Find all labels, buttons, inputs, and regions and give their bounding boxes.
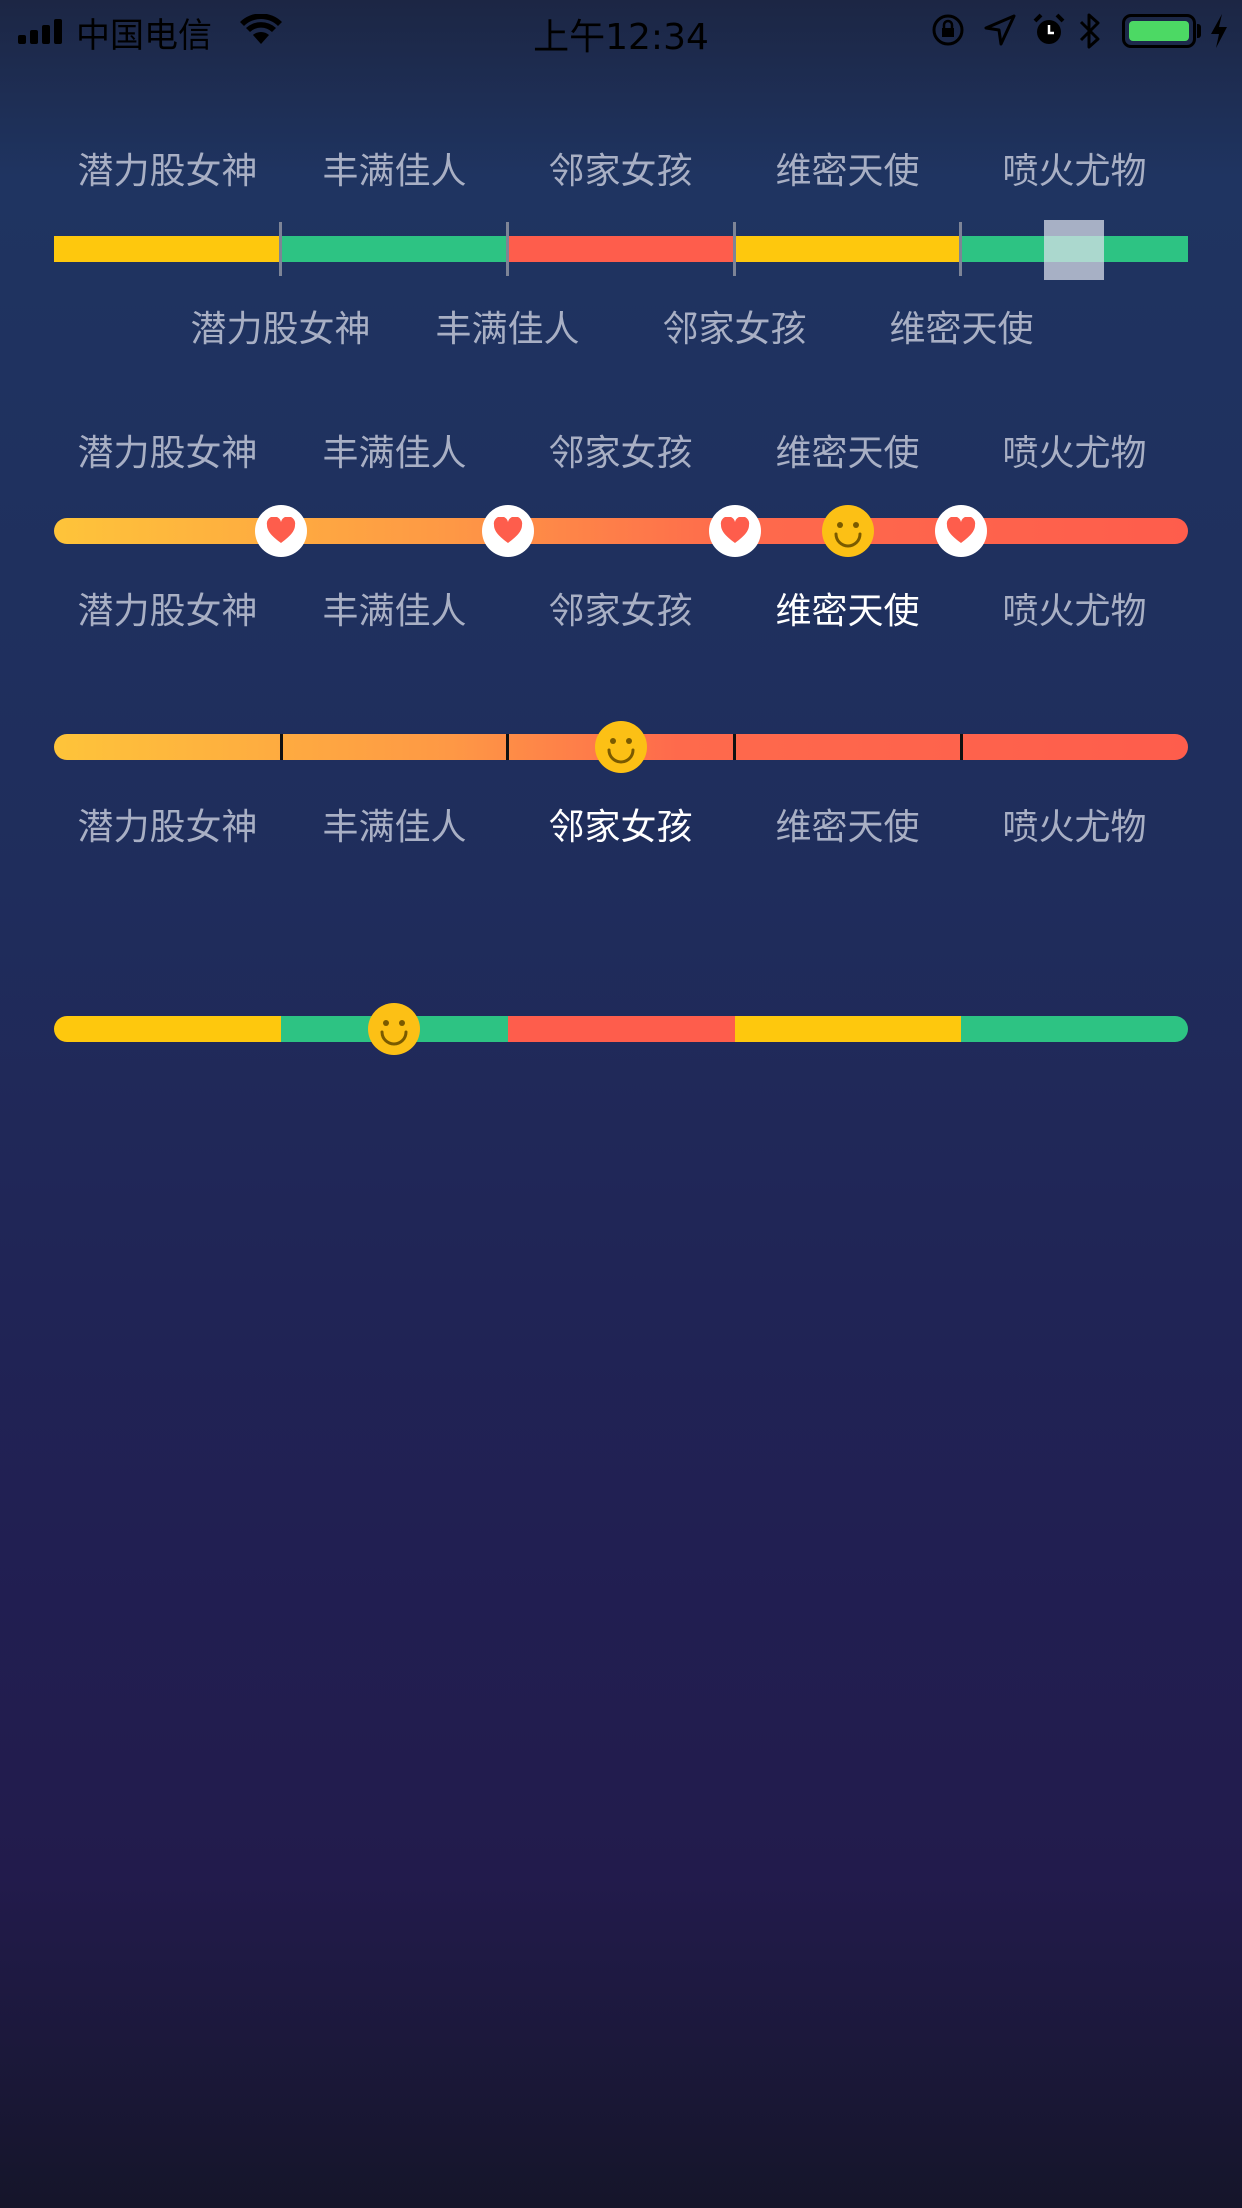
rotation-lock-icon [932, 14, 964, 46]
heart-icon [493, 517, 523, 543]
slider2-heart-knob-1[interactable] [255, 505, 307, 557]
slider3-tick-3 [733, 734, 736, 760]
slider3-label-2: 丰满佳人 [322, 807, 467, 848]
battery-icon [1122, 14, 1196, 48]
location-icon [984, 14, 1016, 46]
slider3-label-4: 维密天使 [775, 807, 920, 848]
slider1-tick-3 [733, 222, 736, 276]
slider2-top-label-5: 喷火尤物 [1002, 433, 1147, 474]
slider4-segment-1[interactable] [54, 1016, 281, 1042]
slider4-segment-3[interactable] [508, 1016, 735, 1042]
slider2-top-label-3: 邻家女孩 [548, 433, 693, 474]
slider4-segment-4[interactable] [735, 1016, 961, 1042]
slider1-top-label-2: 丰满佳人 [322, 151, 467, 192]
slider1-top-label-5: 喷火尤物 [1002, 151, 1147, 192]
slider3-tick-1 [280, 734, 283, 760]
battery-cap [1197, 24, 1201, 38]
slider3-track[interactable] [54, 721, 1188, 773]
slider1-segment-1[interactable] [54, 236, 281, 262]
charging-bolt-icon [1211, 14, 1227, 48]
slider1-bottom-label-2: 丰满佳人 [435, 309, 580, 350]
status-bar: 中国电信 上午12:34 [0, 0, 1242, 62]
slider2-track[interactable] [54, 505, 1188, 557]
slider2-heart-knob-3[interactable] [709, 505, 761, 557]
slider2-bottom-label-3: 邻家女孩 [548, 591, 693, 632]
slider2-top-label-4: 维密天使 [775, 433, 920, 474]
slider1-bottom-label-1: 潜力股女神 [190, 309, 371, 350]
slider1-tick-1 [279, 222, 282, 276]
slider4-smiley-thumb-icon[interactable] [367, 1002, 421, 1056]
slider4-track[interactable] [54, 1003, 1188, 1055]
slider2-heart-knob-2[interactable] [482, 505, 534, 557]
slider2-smiley-thumb-icon[interactable] [821, 504, 875, 558]
heart-icon [266, 517, 296, 543]
slider3-label-3-active: 邻家女孩 [548, 807, 693, 848]
slider1-track[interactable] [54, 220, 1188, 280]
slider1-segment-3[interactable] [508, 236, 735, 262]
slider1-top-label-1: 潜力股女神 [77, 151, 258, 192]
slider1-bottom-label-3: 邻家女孩 [662, 309, 807, 350]
slider2-bottom-label-5: 喷火尤物 [1002, 591, 1147, 632]
slider1-top-label-3: 邻家女孩 [548, 151, 693, 192]
slider1-bottom-label-4: 维密天使 [889, 309, 1034, 350]
bluetooth-icon [1079, 13, 1100, 49]
slider3-tick-4 [960, 734, 963, 760]
slider2-bottom-label-2: 丰满佳人 [322, 591, 467, 632]
slider2-top-label-2: 丰满佳人 [322, 433, 467, 474]
slider1-tick-2 [506, 222, 509, 276]
heart-icon [720, 517, 750, 543]
slider1-thumb[interactable] [1044, 220, 1104, 280]
slider2-heart-knob-4[interactable] [935, 505, 987, 557]
slider1-top-label-4: 维密天使 [775, 151, 920, 192]
heart-icon [946, 517, 976, 543]
slider4-segment-5[interactable] [961, 1016, 1188, 1042]
slider2-top-label-1: 潜力股女神 [77, 433, 258, 474]
slider2-bottom-label-4-active: 维密天使 [775, 591, 920, 632]
slider3-tick-2 [506, 734, 509, 760]
slider3-smiley-thumb-icon[interactable] [594, 720, 648, 774]
slider1-segment-2[interactable] [281, 236, 508, 262]
slider3-label-5: 喷火尤物 [1002, 807, 1147, 848]
slider3-label-1: 潜力股女神 [77, 807, 258, 848]
slider2-bottom-label-1: 潜力股女神 [77, 591, 258, 632]
slider1-tick-4 [959, 222, 962, 276]
slider1-segment-4[interactable] [735, 236, 961, 262]
alarm-icon [1033, 13, 1065, 44]
